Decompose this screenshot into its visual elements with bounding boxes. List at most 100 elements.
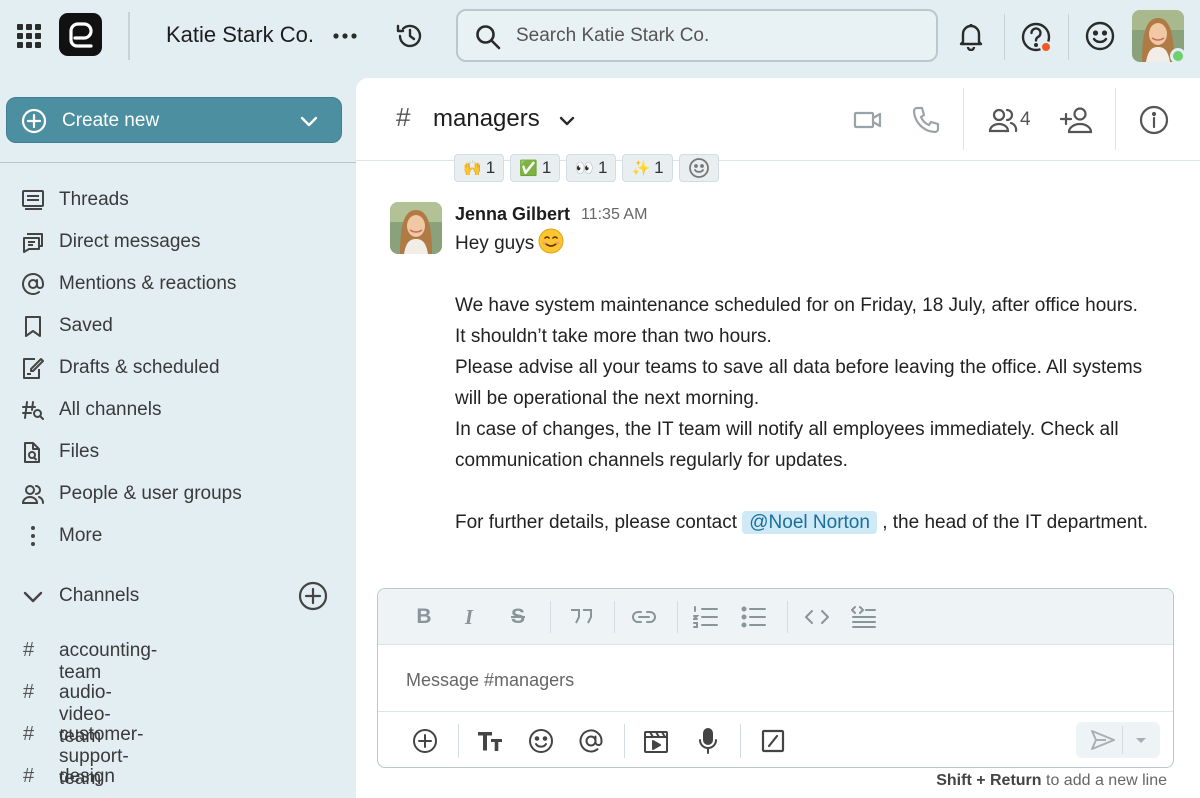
help-icon[interactable]	[1018, 19, 1054, 55]
toolbar-separator	[458, 724, 459, 758]
channels-section-header[interactable]: Channels	[20, 581, 336, 611]
message-line: In case of changes, the IT team will not…	[455, 419, 1119, 471]
channel-label: design	[59, 766, 115, 787]
top-bar: Katie Stark Co.	[0, 0, 1200, 76]
channel-info-icon[interactable]	[1138, 104, 1170, 136]
message-reactions: 🙌 1 ✅ 1 👀 1 ✨ 1	[454, 154, 719, 182]
search-input[interactable]	[516, 21, 916, 51]
link-icon[interactable]	[630, 603, 658, 631]
toolbar-separator	[740, 724, 741, 758]
attach-plus-icon[interactable]	[410, 726, 440, 756]
channel-title[interactable]: managers	[433, 105, 540, 133]
bold-icon[interactable]: B	[410, 603, 438, 631]
strikethrough-icon[interactable]: S	[504, 603, 532, 631]
workspace-name[interactable]: Katie Stark Co.	[166, 22, 314, 48]
sidebar-item-threads[interactable]: Threads	[20, 185, 129, 215]
send-button[interactable]	[1076, 722, 1160, 758]
kebab-icon	[20, 523, 46, 549]
add-member-icon[interactable]	[1060, 104, 1093, 136]
online-status-dot	[1170, 48, 1184, 62]
sidebar-item-label: Threads	[59, 189, 129, 210]
reaction-sparkles[interactable]: ✨ 1	[622, 154, 673, 182]
more-horizontal-icon[interactable]	[332, 24, 358, 48]
message-author-avatar[interactable]	[390, 202, 442, 254]
sidebar-item-label: Drafts & scheduled	[59, 357, 220, 378]
message-line: Please advise all your teams to save all…	[455, 357, 1143, 409]
chevron-down-icon[interactable]	[556, 110, 578, 132]
reaction-count: 1	[541, 158, 552, 177]
phone-call-icon[interactable]	[910, 104, 942, 136]
gif-media-icon[interactable]	[641, 726, 671, 756]
toolbar-separator	[677, 601, 678, 633]
send-icon	[1090, 728, 1116, 752]
status-emoji-icon[interactable]	[1084, 20, 1116, 52]
hash-icon: #	[23, 765, 35, 787]
hash-icon: #	[23, 681, 35, 703]
sidebar-item-label: Files	[59, 441, 100, 462]
reaction-raised-hands[interactable]: 🙌 1	[454, 154, 505, 182]
emoji-icon[interactable]	[526, 726, 556, 756]
apps-grid-icon[interactable]	[16, 23, 42, 49]
sidebar-item-saved[interactable]: Saved	[20, 311, 113, 341]
sidebar-item-people[interactable]: People & user groups	[20, 479, 242, 509]
sidebar-item-more[interactable]: More	[20, 521, 102, 551]
sidebar-item-files[interactable]: Files	[20, 437, 99, 467]
toolbar-separator	[787, 601, 788, 633]
formatting-toolbar: B I S	[378, 589, 1173, 645]
hash-icon: #	[23, 723, 35, 745]
sidebar-item-label: Direct messages	[59, 231, 201, 252]
member-count: 4	[1020, 109, 1031, 130]
message-timestamp[interactable]: 11:35 AM	[581, 206, 647, 224]
caret-down-icon[interactable]	[1132, 731, 1150, 749]
channels-label: Channels	[59, 585, 140, 606]
message-author[interactable]: Jenna Gilbert	[455, 204, 570, 225]
sidebar-item-all-channels[interactable]: All channels	[20, 395, 161, 425]
topbar-separator	[1068, 14, 1069, 60]
drafts-icon	[20, 355, 46, 381]
search-bar[interactable]	[456, 9, 938, 62]
create-new-button[interactable]: Create new	[6, 97, 342, 143]
bulleted-list-icon[interactable]	[740, 603, 768, 631]
add-reaction-button[interactable]	[678, 154, 719, 182]
mention-icon[interactable]	[576, 726, 606, 756]
chevron-down-icon[interactable]	[299, 111, 319, 131]
reaction-eyes[interactable]: 👀 1	[566, 154, 617, 182]
channel-header: # managers 4	[356, 78, 1200, 161]
history-icon[interactable]	[394, 20, 426, 52]
quote-icon[interactable]	[567, 603, 595, 631]
send-divider	[1122, 726, 1123, 754]
channel-view: # managers 4 🙌 1 ✅ 1 👀 1 ✨ 1 Jenna Gilbe…	[356, 78, 1200, 798]
composer-hint: Shift + Return to add a new line	[936, 772, 1167, 790]
video-call-icon[interactable]	[852, 104, 884, 136]
user-mention[interactable]: @Noel Norton	[742, 511, 877, 534]
channel-search-icon	[20, 397, 46, 423]
eyes-icon: 👀	[575, 160, 594, 177]
message-line: It shouldn’t take more than two hours.	[455, 326, 772, 347]
numbered-list-icon[interactable]	[692, 603, 720, 631]
app-logo[interactable]	[59, 13, 102, 56]
members-button[interactable]: 4	[988, 104, 1042, 136]
message-composer: B I S	[377, 588, 1174, 768]
add-reaction-icon	[688, 158, 709, 178]
sidebar-item-direct-messages[interactable]: Direct messages	[20, 227, 201, 257]
message-input[interactable]	[406, 667, 1146, 693]
italic-icon[interactable]: I	[455, 603, 483, 631]
microphone-icon[interactable]	[693, 726, 723, 756]
toolbar-separator	[550, 601, 551, 633]
notifications-bell-icon[interactable]	[956, 21, 986, 51]
text-format-icon[interactable]	[475, 726, 505, 756]
reaction-check[interactable]: ✅ 1	[510, 154, 561, 182]
smiling-face-icon	[538, 228, 564, 254]
message-line: For further details, please contact	[455, 512, 737, 533]
toolbar-separator	[614, 601, 615, 633]
code-block-icon[interactable]	[850, 603, 878, 631]
add-channel-icon[interactable]	[298, 581, 328, 611]
code-icon[interactable]	[803, 603, 831, 631]
user-avatar[interactable]	[1132, 10, 1184, 62]
sidebar-item-mentions[interactable]: Mentions & reactions	[20, 269, 236, 299]
message-line: , the head of the IT department.	[882, 512, 1149, 533]
sidebar-item-drafts[interactable]: Drafts & scheduled	[20, 353, 220, 383]
chevron-down-icon[interactable]	[22, 586, 44, 608]
slash-command-icon[interactable]	[758, 726, 788, 756]
header-separator	[1115, 88, 1116, 150]
